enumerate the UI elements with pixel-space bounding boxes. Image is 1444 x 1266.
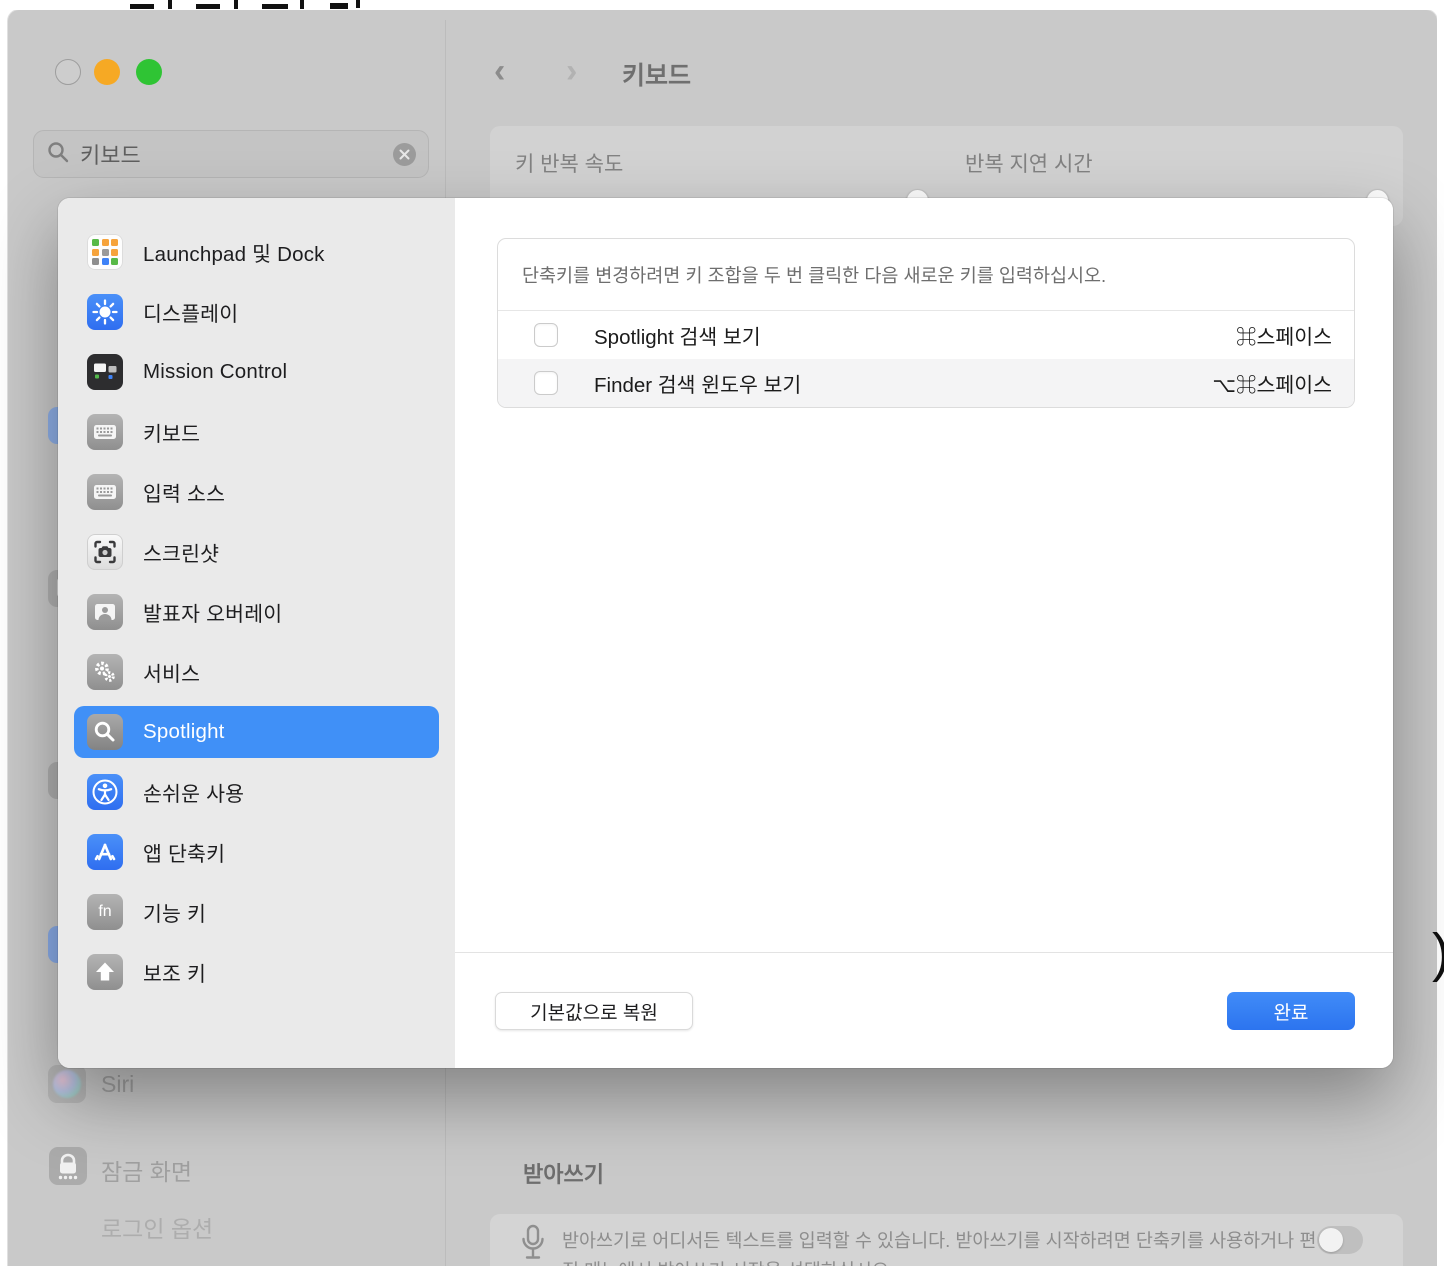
fn-icon: fn (87, 894, 123, 930)
screenshot-icon (87, 534, 123, 570)
shortcut-instruction: 단축키를 변경하려면 키 조합을 두 번 클릭한 다음 새로운 키를 입력하십시… (498, 239, 1354, 311)
dictation-toggle[interactable] (1317, 1226, 1363, 1254)
search-icon (46, 140, 70, 169)
launchpad-icon (87, 234, 123, 270)
sidebar-item-mission-control[interactable]: Mission Control (58, 342, 455, 402)
shortcut-keys[interactable]: ⌥⌘스페이스 (1212, 368, 1332, 398)
app-shortcuts-icon (87, 834, 123, 870)
microphone-icon (520, 1224, 546, 1266)
search-input[interactable]: 키보드 (33, 130, 429, 178)
sidebar-item-presenter-overlay[interactable]: 발표자 오버레이 (58, 582, 455, 642)
shortcut-row-spotlight-search[interactable]: Spotlight 검색 보기 ⌘스페이스 (498, 311, 1354, 359)
close-button[interactable] (55, 59, 81, 85)
sidebar-item-accessibility[interactable]: 손쉬운 사용 (58, 762, 455, 822)
shortcut-keys[interactable]: ⌘스페이스 (1236, 320, 1332, 350)
zoom-button[interactable] (136, 59, 162, 85)
sidebar-item-spotlight[interactable]: Spotlight (74, 706, 439, 758)
clear-search-icon[interactable] (393, 143, 416, 166)
page-margin-right (1437, 0, 1444, 1266)
screen: 키보드 ‹ › 키보드 키 반복 속도 반복 지연 시간 Siri (0, 0, 1444, 1266)
dictation-card: 받아쓰기로 어디서든 텍스트를 입력할 수 있습니다. 받아쓰기를 시작하려면 … (490, 1214, 1403, 1266)
key-repeat-rate-label: 키 반복 속도 (515, 148, 623, 178)
done-button[interactable]: 완료 (1227, 992, 1355, 1030)
lock-screen-icon (49, 1147, 87, 1185)
sidebar-item-input-sources[interactable]: 입력 소스 (58, 462, 455, 522)
sidebar-item-launchpad-dock[interactable]: Launchpad 및 Dock (58, 222, 455, 282)
mission-control-icon (87, 354, 123, 390)
siri-icon (48, 1065, 86, 1103)
clipped-top-text (0, 0, 1444, 10)
restore-defaults-button[interactable]: 기본값으로 복원 (495, 992, 693, 1030)
dictation-description: 받아쓰기로 어디서든 텍스트를 입력할 수 있습니다. 받아쓰기를 시작하려면 … (562, 1226, 1332, 1266)
modifier-keys-icon (87, 954, 123, 990)
shortcut-categories-sidebar: Launchpad 및 Dock 디스플레이 (58, 198, 455, 1068)
forward-button[interactable]: › (566, 52, 577, 91)
input-sources-icon (87, 474, 123, 510)
services-icon (87, 654, 123, 690)
sidebar-item-lock-screen[interactable]: 잠금 화면 (101, 1153, 192, 1187)
finder-search-checkbox[interactable] (534, 371, 558, 395)
shortcut-row-finder-search[interactable]: Finder 검색 윈도우 보기 ⌥⌘스페이스 (498, 359, 1354, 407)
sidebar-item-app-shortcuts[interactable]: 앱 단축키 (58, 822, 455, 882)
shortcut-settings-pane: 단축키를 변경하려면 키 조합을 두 번 클릭한 다음 새로운 키를 입력하십시… (455, 198, 1393, 1068)
display-icon (87, 294, 123, 330)
sidebar-item-login-options[interactable]: 로그인 옵션 (101, 1210, 213, 1244)
search-value: 키보드 (80, 138, 383, 170)
sidebar-item-function-keys[interactable]: fn 기능 키 (58, 882, 455, 942)
sidebar-item-siri[interactable]: Siri (101, 1071, 134, 1098)
accessibility-icon (87, 774, 123, 810)
sidebar-item-keyboard[interactable]: 키보드 (58, 402, 455, 462)
clipped-paren-text: ) (1432, 922, 1444, 984)
sidebar-item-displays[interactable]: 디스플레이 (58, 282, 455, 342)
presenter-overlay-icon (87, 594, 123, 630)
sidebar-item-services[interactable]: 서비스 (58, 642, 455, 702)
spotlight-search-checkbox[interactable] (534, 323, 558, 347)
footer-divider (455, 952, 1393, 953)
keyboard-icon (87, 414, 123, 450)
repeat-delay-label: 반복 지연 시간 (965, 148, 1093, 178)
sidebar-item-screenshots[interactable]: 스크린샷 (58, 522, 455, 582)
dictation-heading: 받아쓰기 (523, 1157, 604, 1189)
minimize-button[interactable] (94, 59, 120, 85)
page-title: 키보드 (622, 56, 691, 92)
shortcut-group-box: 단축키를 변경하려면 키 조합을 두 번 클릭한 다음 새로운 키를 입력하십시… (497, 238, 1355, 408)
keyboard-shortcuts-modal: Launchpad 및 Dock 디스플레이 (58, 198, 1393, 1068)
spotlight-icon (87, 714, 123, 750)
sidebar-item-modifier-keys[interactable]: 보조 키 (58, 942, 455, 1002)
back-button[interactable]: ‹ (494, 52, 505, 91)
